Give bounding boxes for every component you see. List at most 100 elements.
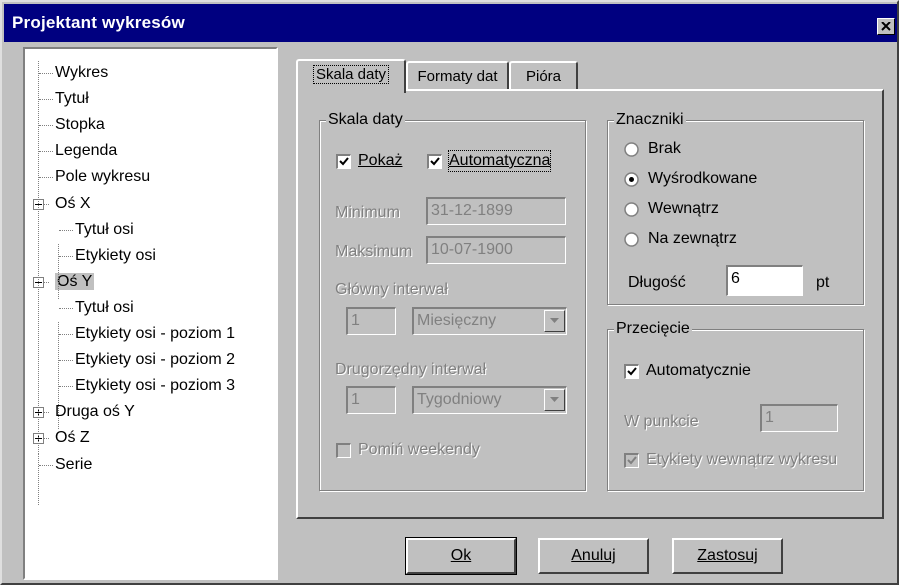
- title-bar[interactable]: Projektant wykresów: [4, 4, 897, 42]
- tab-pens-label: Pióra: [525, 68, 562, 85]
- tab-pens[interactable]: Pióra: [509, 61, 578, 91]
- tree-item[interactable]: Tytuł osi: [75, 296, 134, 320]
- minor-interval-unit-value: Tygodniowy: [417, 391, 502, 408]
- major-interval-unit-select[interactable]: Miesięczny: [412, 307, 567, 335]
- automatic-scale-label[interactable]: Automatyczna: [447, 150, 552, 172]
- length-field[interactable]: 6: [726, 265, 803, 296]
- tree-item[interactable]: Druga oś Y: [55, 400, 135, 424]
- tree-connector: [39, 151, 53, 153]
- major-interval-label: Główny interwał: [335, 281, 448, 298]
- window-title: Projektant wykresów: [12, 13, 185, 32]
- checkmark-icon: [339, 157, 349, 166]
- tree-connector: [39, 99, 53, 101]
- tree-item[interactable]: Tytuł: [55, 87, 89, 111]
- tree-item-label: Stopka: [55, 116, 105, 134]
- auto-crossing-checkbox[interactable]: [624, 364, 639, 379]
- show-label[interactable]: Pokaż: [358, 151, 402, 171]
- tree-item[interactable]: Oś X: [55, 192, 91, 216]
- maximum-label: Maksimum: [335, 243, 413, 260]
- tab-date-formats-label: Formaty dat: [417, 68, 498, 85]
- length-label: Długość: [628, 274, 686, 291]
- tick-option-label[interactable]: Brak: [648, 139, 681, 159]
- tick-option-radio[interactable]: [624, 142, 639, 157]
- element-tree[interactable]: Wykres Tytuł Stopka Legenda Pole wykresu Oś X…: [23, 47, 278, 580]
- tree-item[interactable]: Serie: [55, 453, 92, 477]
- tree-connector: [39, 125, 53, 127]
- tree-item[interactable]: Etykiety osi - poziom 1: [75, 322, 235, 346]
- crossing-group-title: Przecięcie: [614, 319, 692, 339]
- tree-connector: [39, 464, 53, 466]
- tick-option-radio[interactable]: [624, 202, 639, 217]
- tab-date-scale[interactable]: Skala daty: [296, 59, 406, 93]
- automatic-scale-checkbox[interactable]: [427, 154, 442, 169]
- major-interval-field[interactable]: 1: [346, 307, 396, 335]
- minor-interval-field[interactable]: 1: [346, 386, 396, 414]
- minimum-field[interactable]: 31-12-1899: [426, 197, 566, 225]
- tree-connector: [58, 322, 59, 429]
- apply-button[interactable]: Zastosuj: [672, 538, 783, 574]
- dropdown-button[interactable]: [544, 310, 565, 332]
- tree-item[interactable]: Etykiety osi - poziom 3: [75, 374, 235, 398]
- minor-interval-unit-select[interactable]: Tygodniowy: [412, 386, 567, 414]
- tree-connector: [59, 307, 73, 309]
- dropdown-button[interactable]: [544, 389, 565, 411]
- tree-item-label: Druga oś Y: [55, 403, 135, 421]
- tree-item-label: Etykiety osi - poziom 1: [75, 325, 236, 342]
- tree-item-label: Etykiety osi - poziom 2: [75, 351, 236, 369]
- date-scale-group-title: Skala daty: [326, 110, 405, 130]
- tree-connector: [39, 73, 53, 74]
- ok-button[interactable]: Ok: [405, 537, 517, 575]
- tree-item-label: Tytuł osi: [75, 298, 134, 316]
- show-checkbox[interactable]: [336, 154, 351, 169]
- tree-item-label: Etykiety osi - poziom 3: [75, 377, 236, 395]
- tree-item[interactable]: Oś Z: [55, 426, 90, 450]
- tick-option-label[interactable]: Wyśrodkowane: [648, 169, 757, 189]
- skip-weekends-label[interactable]: Pomiń weekendy: [358, 440, 480, 460]
- tree-item-label: Pole wykresu: [55, 168, 151, 186]
- labels-inside-label[interactable]: Etykiety wewnątrz wykresu: [646, 450, 837, 470]
- tree-item-label: Oś X: [55, 194, 91, 212]
- tick-marks-group: Znaczniki Brak Wyśrodkowane Wewnątrz Na zew…: [607, 110, 864, 305]
- tree-item[interactable]: Tytuł osi: [75, 218, 134, 242]
- tree-item[interactable]: Etykiety osi - poziom 2: [75, 348, 235, 372]
- tree-item[interactable]: Stopka: [55, 113, 105, 137]
- maximum-field[interactable]: 10-07-1900: [426, 236, 566, 264]
- tree-item[interactable]: Etykiety osi: [75, 244, 156, 268]
- tree-item-label: Legenda: [55, 142, 118, 160]
- tab-date-formats[interactable]: Formaty dat: [406, 61, 509, 91]
- tree-item-label: Tytuł osi: [75, 220, 134, 238]
- tree-item-label: Serie: [55, 455, 93, 473]
- close-button[interactable]: [877, 18, 895, 35]
- tick-marks-group-title: Znaczniki: [614, 110, 686, 130]
- tree-item-label: Wykres: [55, 64, 109, 81]
- date-scale-group: Skala daty Pokaż Automatyczna Minimum 31…: [319, 110, 586, 491]
- minor-interval-label: Drugorzędny interwał: [335, 361, 487, 378]
- tree-item-label: Tytuł: [55, 90, 89, 108]
- tree-item-label: Oś Z: [55, 429, 90, 447]
- chart-designer-window: Projektant wykresów Wykres Tytuł Stopka Leg…: [0, 0, 899, 585]
- tree-connector: [39, 177, 53, 179]
- tree-item-label: Oś Y: [55, 272, 95, 290]
- tick-option-label[interactable]: Wewnątrz: [648, 199, 719, 219]
- tree-item[interactable]: Wykres: [55, 61, 108, 85]
- at-point-field[interactable]: 1: [760, 404, 838, 432]
- skip-weekends-checkbox[interactable]: [336, 443, 351, 458]
- tree-connector: [38, 454, 39, 505]
- tree-connector: [59, 386, 73, 388]
- cancel-button[interactable]: Anuluj: [538, 538, 649, 574]
- tree-item[interactable]: Oś Y: [55, 270, 95, 294]
- checkmark-icon: [430, 157, 440, 166]
- tab-panel: Skala daty Pokaż Automatyczna Minimum 31…: [296, 89, 884, 519]
- tree-item[interactable]: Legenda: [55, 139, 117, 163]
- tick-option-radio[interactable]: [624, 172, 639, 187]
- chevron-down-icon: [550, 397, 559, 402]
- ok-button-label: Ok: [450, 547, 472, 564]
- checkmark-icon: [627, 367, 637, 376]
- auto-crossing-label[interactable]: Automatycznie: [646, 361, 751, 381]
- tick-option-radio[interactable]: [624, 232, 639, 247]
- crossing-group: Przecięcie Automatycznie W punkcie 1 Ety…: [607, 319, 864, 491]
- cancel-button-label: Anuluj: [571, 547, 616, 564]
- tree-item[interactable]: Pole wykresu: [55, 165, 150, 189]
- tick-option-label[interactable]: Na zewnątrz: [648, 229, 737, 249]
- labels-inside-checkbox[interactable]: [624, 453, 639, 468]
